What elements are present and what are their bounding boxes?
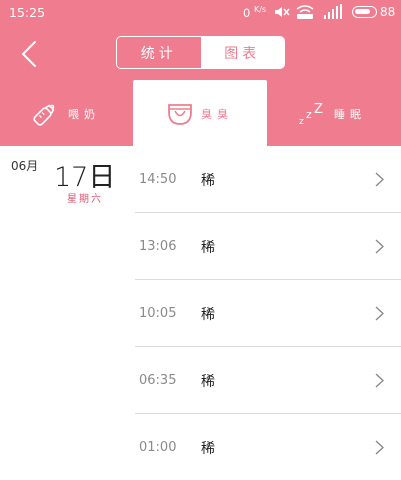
net-speed-value: 0 [243,5,251,20]
tab-poop-label: 臭臭 [201,107,233,121]
segment-statistics[interactable]: 统计 [117,37,201,68]
chevron-right-icon [375,172,384,187]
view-toggle: 统计 图表 [116,36,285,69]
chevron-right-icon [375,373,384,388]
chevron-right-icon [375,239,384,254]
net-speed: 0 K/s [243,5,266,20]
svg-text:z: z [299,117,304,126]
baby-bottle-icon [33,104,55,126]
segment-chart[interactable]: 图表 [200,37,284,68]
back-arrow-icon[interactable] [18,40,40,68]
tab-feeding-label: 喂奶 [68,108,100,121]
tab-sleep[interactable]: z z Z 睡眠 [298,82,366,146]
wifi-icon [296,5,314,19]
record-time: 14:50 [139,172,177,187]
date-day: 17日 [54,162,116,193]
record-row[interactable]: 06:35 稀 [135,347,401,414]
record-status: 稀 [201,441,215,457]
chevron-right-icon [375,440,384,455]
status-time: 15:25 [9,5,46,20]
record-time: 10:05 [139,306,177,321]
header: 15:25 0 K/s 88 统计 图表 喂奶 臭臭 z z Z 睡眠 [0,0,401,147]
signal-icon [324,4,342,19]
sleep-zzz-icon: z z Z [299,102,323,126]
record-status: 稀 [201,374,215,390]
tab-sleep-label: 睡眠 [334,108,366,121]
date-month: 06月 [11,159,39,173]
battery-level: 88 [380,5,396,19]
record-time: 06:35 [139,373,177,388]
mute-icon [275,7,290,17]
battery-icon [352,6,377,18]
record-row[interactable]: 14:50 稀 [135,146,401,213]
svg-text:Z: Z [314,102,323,117]
date-weekday: 星期六 [67,194,103,205]
record-status: 稀 [201,173,215,189]
svg-text:z: z [306,108,312,121]
record-row[interactable]: 13:06 稀 [135,213,401,280]
tab-feeding[interactable]: 喂奶 [30,82,100,146]
record-row[interactable]: 01:00 稀 [135,414,401,480]
record-status: 稀 [201,240,215,256]
record-status: 稀 [201,307,215,323]
record-list: 14:50 稀 13:06 稀 10:05 稀 06:35 稀 01:00 稀 [135,146,401,480]
net-speed-unit: K/s [253,5,267,14]
record-time: 01:00 [139,440,177,455]
chevron-right-icon [375,306,384,321]
record-row[interactable]: 10:05 稀 [135,280,401,347]
diaper-icon [168,103,192,125]
record-time: 13:06 [139,239,177,254]
tab-poop[interactable]: 臭臭 [133,80,267,147]
status-bar: 15:25 0 K/s 88 [0,0,401,26]
